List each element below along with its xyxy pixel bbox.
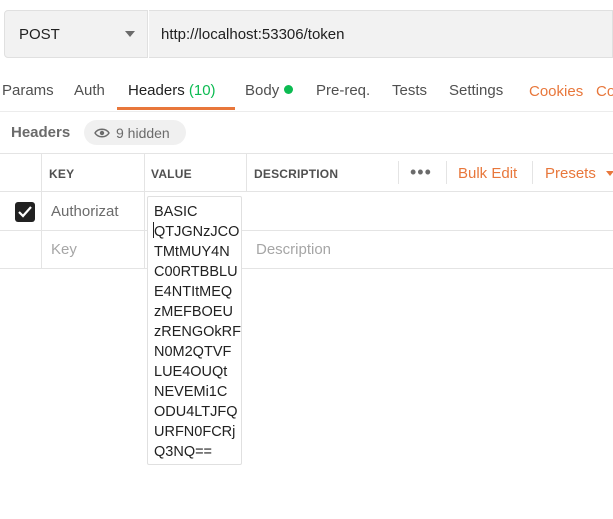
- eye-icon: [94, 128, 110, 137]
- new-key-input[interactable]: Key: [51, 241, 77, 258]
- checkmark-icon: [18, 206, 32, 218]
- tab-prereq[interactable]: Pre-req.: [316, 82, 370, 99]
- tabs-divider: [0, 111, 613, 112]
- chevron-down-icon: [125, 31, 135, 37]
- bulk-edit-button[interactable]: Bulk Edit: [458, 165, 517, 182]
- tab-headers-count: (10): [188, 82, 216, 99]
- header-key-cell[interactable]: Authorizat: [51, 203, 141, 220]
- method-select[interactable]: POST: [4, 10, 148, 58]
- hidden-headers-toggle[interactable]: 9 hidden: [84, 120, 186, 145]
- cookies-link[interactable]: Cookies: [529, 83, 583, 100]
- row-enabled-checkbox[interactable]: [15, 202, 35, 222]
- tab-body-label: Body: [245, 82, 280, 99]
- column-header-key: KEY: [49, 167, 75, 181]
- presets-dropdown[interactable]: Presets: [545, 165, 613, 182]
- request-editor: POST http://localhost:53306/token Params…: [0, 0, 613, 519]
- column-divider: [532, 161, 533, 184]
- column-divider: [398, 161, 399, 184]
- tab-headers[interactable]: Headers (10): [128, 82, 216, 99]
- cookies-overflow-link[interactable]: Co: [596, 83, 613, 100]
- url-input[interactable]: http://localhost:53306/token: [149, 10, 613, 58]
- text-caret: [153, 222, 154, 238]
- headers-section-title: Headers: [11, 124, 71, 141]
- body-indicator-dot: [284, 85, 294, 94]
- column-divider: [246, 153, 247, 192]
- table-row: Authorizat: [0, 192, 613, 231]
- presets-label: Presets: [545, 165, 596, 182]
- more-options-button[interactable]: •••: [410, 162, 432, 183]
- column-header-description: DESCRIPTION: [254, 167, 339, 181]
- tab-body[interactable]: Body: [245, 82, 294, 99]
- tab-tests[interactable]: Tests: [392, 82, 427, 99]
- new-description-input[interactable]: Description: [256, 241, 331, 258]
- request-tabs: Params Auth Headers (10) Body Pre-req. T…: [0, 72, 613, 110]
- hidden-headers-label: 9 hidden: [116, 124, 170, 141]
- tab-auth[interactable]: Auth: [74, 82, 105, 99]
- request-bar: POST http://localhost:53306/token: [4, 10, 613, 58]
- tab-params[interactable]: Params: [2, 82, 54, 99]
- table-row-new: Key Description: [0, 231, 613, 269]
- active-tab-indicator: [117, 107, 235, 110]
- column-divider: [446, 161, 447, 184]
- header-value-editor[interactable]: BASIC QTJGNzJCO TMtMUY4N C00RTBBLU E4NTI…: [147, 196, 242, 465]
- table-header-row: KEY VALUE DESCRIPTION ••• Bulk Edit Pres…: [0, 153, 613, 192]
- column-header-value: VALUE: [151, 167, 192, 181]
- url-text: http://localhost:53306/token: [161, 25, 345, 43]
- chevron-down-icon: [606, 171, 613, 176]
- column-divider: [144, 153, 145, 269]
- tab-settings[interactable]: Settings: [449, 82, 503, 99]
- method-label: POST: [19, 25, 60, 43]
- tab-headers-label: Headers: [128, 82, 185, 99]
- column-divider: [41, 153, 42, 269]
